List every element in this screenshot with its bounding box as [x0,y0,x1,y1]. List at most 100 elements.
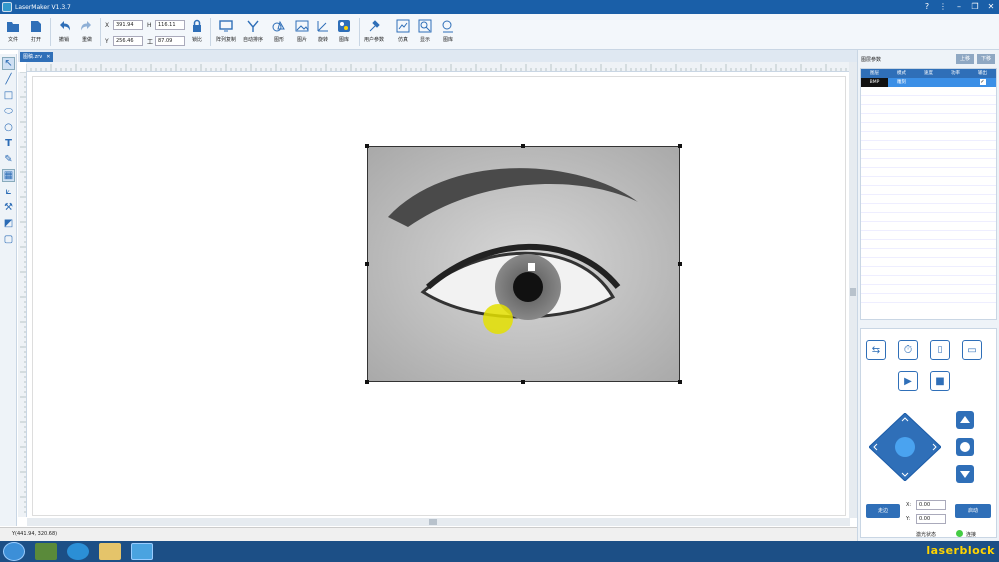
direction-pad[interactable] [869,413,941,481]
resize-handle[interactable] [678,144,682,148]
hammer-icon: ⚒ [4,202,13,213]
file-label: 文件 [7,37,18,43]
window-controls: ? ⋮ – ❐ ✕ [919,0,999,14]
minimize-button[interactable]: – [951,0,967,14]
resize-handle[interactable] [365,380,369,384]
lock-ratio-button[interactable]: 锁比 [190,17,204,47]
pattern-tool[interactable]: ▦ [2,169,15,182]
crop-icon: ▢ [3,234,14,245]
h-coord-input[interactable]: 116.11 [155,20,185,30]
document-tab-label: 图稿.zrv [23,54,43,60]
help-icon[interactable]: ? [919,0,935,14]
system-tray [833,547,913,557]
resize-handle[interactable] [678,262,682,266]
ribbon-toolbar: 文件 打开 撤销 重做 X 391.94 H 116.11 Y 256.46 工… [0,14,999,50]
array-copy-button[interactable]: 阵列复制 [216,17,236,47]
h-coord[interactable]: H 116.11 [147,20,185,30]
line-icon: ╱ [5,74,12,85]
select-tool[interactable]: ↖ [2,57,15,70]
table-row[interactable]: BMP 雕刻 ✓ [861,78,996,87]
library-button[interactable]: 图库 [441,17,455,47]
resize-handle[interactable] [678,380,682,384]
edit-node-tool[interactable]: ⟀ [2,185,15,198]
x-position-input[interactable]: 0.00 [916,500,946,510]
move-down-button[interactable]: 下移 [977,54,995,64]
text-icon: T [5,138,12,149]
resize-handle[interactable] [365,262,369,266]
array-copy-label: 阵列复制 [216,37,237,43]
rotate-button[interactable]: 旋转 [316,17,330,47]
image-button[interactable]: 图片 [295,17,309,47]
connect-device-button[interactable]: ⇆ [866,340,886,360]
rect-tool[interactable]: □ [2,89,15,102]
file-button[interactable]: 文件 [6,17,20,47]
status-bar: Y(441.94, 320.68) [0,527,857,541]
lasermaker-taskbar-icon[interactable] [131,543,153,560]
horizontal-scrollbar[interactable] [27,518,850,526]
crop-tool[interactable]: ▢ [2,233,15,246]
move-up-button[interactable]: 上移 [956,54,974,64]
t-coord[interactable]: 工 87.09 [147,36,185,46]
hammer-tool[interactable]: ⚒ [2,201,15,214]
resize-handle[interactable] [521,380,525,384]
os-taskbar: laserblock [0,541,999,562]
play-button[interactable]: ▶ [898,371,918,391]
z-down-button[interactable] [956,465,974,483]
line-tool[interactable]: ╱ [2,73,15,86]
vertical-scrollbar[interactable] [849,62,857,518]
stop-button[interactable]: ■ [930,371,950,391]
shape-button[interactable]: 图形 [272,17,286,47]
open-folder-button[interactable]: ▭ [962,340,982,360]
taskbar-app-icon[interactable] [35,543,57,560]
browser-icon[interactable] [67,543,89,560]
circle-icon: ○ [4,122,13,133]
maximize-button[interactable]: ❐ [967,0,983,14]
z-up-button[interactable] [956,411,974,429]
text-tool[interactable]: T [2,137,15,150]
user-params-button[interactable]: 用户参数 [364,17,384,47]
undo-button[interactable]: 撤销 [57,17,71,47]
layer-speed-cell[interactable] [915,78,942,87]
start-button[interactable] [3,542,25,561]
document-tab[interactable]: 图稿.zrv ✕ [20,52,54,62]
layer-power-cell[interactable] [942,78,969,87]
x-position[interactable]: X: 0.00 [906,500,946,510]
scroll-thumb[interactable] [850,288,856,296]
y-coord-input[interactable]: 256.46 [113,36,143,46]
y-coord[interactable]: Y 256.46 [105,36,143,46]
start-button[interactable]: 启动 [955,504,991,518]
circle-tool[interactable]: ○ [2,121,15,134]
scroll-thumb[interactable] [429,519,437,525]
z-home-button[interactable] [956,438,974,456]
simulate-button[interactable]: 仿真 [396,17,410,47]
y-position[interactable]: Y: 0.00 [906,514,946,524]
x-coord[interactable]: X 391.94 [105,20,143,30]
x-coord-input[interactable]: 391.94 [113,20,143,30]
array-copy-icon [219,20,233,32]
close-tab-icon[interactable]: ✕ [46,52,50,62]
frame-button[interactable]: 走边 [866,504,900,518]
resize-handle[interactable] [521,144,525,148]
status-dot-icon [956,530,963,537]
y-position-input[interactable]: 0.00 [916,514,946,524]
gallery-button[interactable]: 图库 [337,17,351,47]
layer-mode-cell[interactable]: 雕刻 [888,78,915,87]
resize-handle[interactable] [365,144,369,148]
open-button[interactable]: 打开 [29,17,43,47]
shape-icon [272,20,285,32]
ellipse-tool[interactable]: ⬭ [2,105,15,118]
timer-button[interactable]: ⏱ [898,340,918,360]
auto-sort-button[interactable]: 自动排序 [243,17,263,47]
pen-tool[interactable]: ✎ [2,153,15,166]
more-icon[interactable]: ⋮ [935,0,951,14]
usb-button[interactable]: ▯ [930,340,950,360]
undo-label: 撤销 [58,37,69,43]
close-button[interactable]: ✕ [983,0,999,14]
file-explorer-icon[interactable] [99,543,121,560]
display-button[interactable]: 显示 [418,17,432,47]
fill-tool[interactable]: ◩ [2,217,15,230]
eye-image[interactable] [367,146,680,382]
t-coord-input[interactable]: 87.09 [155,36,185,46]
output-checkbox[interactable]: ✓ [969,78,996,87]
redo-button[interactable]: 重做 [80,17,94,47]
